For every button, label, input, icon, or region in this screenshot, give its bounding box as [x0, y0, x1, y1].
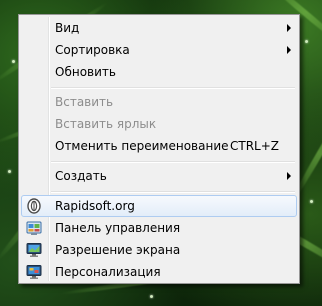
menu-item-screen-resolution[interactable]: Разрешение экрана	[21, 239, 297, 261]
menu-item-label: Персонализация	[55, 265, 161, 279]
context-menu: Вид Сортировка Обновить Вставить Вставит…	[18, 14, 300, 284]
menu-separator	[51, 191, 295, 193]
menu-item-label: Разрешение экрана	[55, 243, 181, 257]
control-panel-icon	[26, 221, 42, 235]
personalization-icon	[26, 265, 42, 279]
menu-item-new[interactable]: Создать	[21, 165, 297, 187]
menu-item-label: Сортировка	[55, 43, 130, 57]
menu-item-control-panel[interactable]: Панель управления	[21, 217, 297, 239]
menu-item-view[interactable]: Вид	[21, 17, 297, 39]
menu-item-label: Создать	[55, 169, 107, 183]
menu-item-undo-rename[interactable]: Отменить переименование CTRL+Z	[21, 135, 297, 157]
menu-item-label: Отменить переименование	[55, 139, 229, 153]
menu-item-sort[interactable]: Сортировка	[21, 39, 297, 61]
menu-item-personalization[interactable]: Персонализация	[21, 261, 297, 283]
menu-item-shortcut: CTRL+Z	[229, 139, 279, 153]
submenu-arrow-icon	[287, 172, 291, 180]
menu-separator	[51, 161, 295, 163]
menu-item-label: Обновить	[55, 65, 116, 79]
menu-item-label: Вид	[55, 21, 80, 35]
monitor-icon	[26, 243, 42, 257]
menu-item-label: Вставить ярлык	[55, 117, 157, 131]
rapidsoft-logo-icon	[27, 198, 41, 214]
menu-item-refresh[interactable]: Обновить	[21, 61, 297, 83]
menu-item-rapidsoft[interactable]: Rapidsoft.org	[21, 195, 297, 217]
menu-item-paste-shortcut: Вставить ярлык	[21, 113, 297, 135]
menu-item-label: Вставить	[55, 95, 114, 109]
menu-item-label: Панель управления	[55, 221, 181, 235]
menu-item-paste: Вставить	[21, 91, 297, 113]
submenu-arrow-icon	[287, 24, 291, 32]
menu-separator	[51, 87, 295, 89]
menu-item-label: Rapidsoft.org	[55, 199, 135, 213]
submenu-arrow-icon	[287, 46, 291, 54]
